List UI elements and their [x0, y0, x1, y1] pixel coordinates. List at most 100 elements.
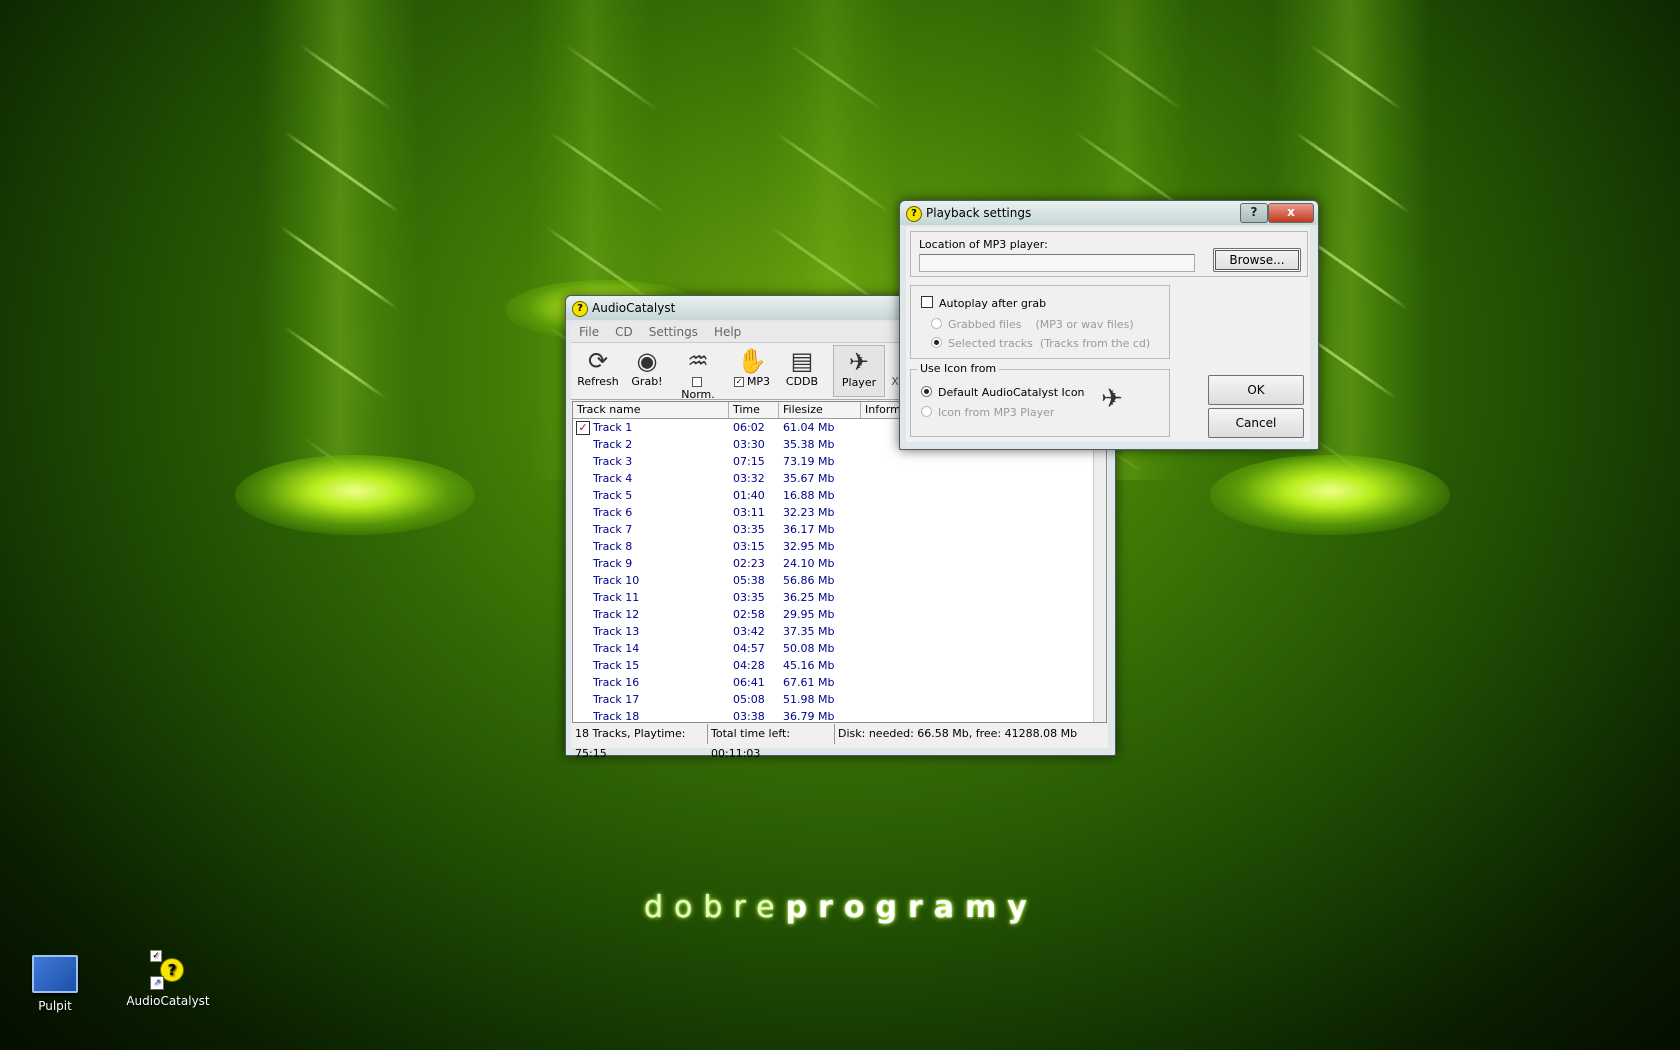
track-time-cell: 02:23 — [733, 557, 765, 570]
table-row[interactable]: Track 16 06:41 67.61 Mb — [573, 674, 1106, 691]
radio-icon — [921, 386, 932, 397]
desktop-icon-label: Pulpit — [38, 999, 72, 1013]
browse-button[interactable]: Browse... — [1213, 248, 1301, 272]
track-name-cell: Track 17 — [593, 693, 640, 706]
menu-help[interactable]: Help — [706, 325, 749, 339]
table-row[interactable]: Track 10 05:38 56.86 Mb — [573, 572, 1106, 589]
autoplay-group: Autoplay after grab Grabbed files (MP3 o… — [910, 285, 1170, 359]
table-row[interactable]: Track 13 03:42 37.35 Mb — [573, 623, 1106, 640]
mp3-player-path-input[interactable] — [919, 254, 1195, 272]
column-time[interactable]: Time — [729, 402, 779, 418]
track-size-cell: 32.95 Mb — [783, 540, 835, 553]
autoplay-checkbox[interactable]: Autoplay after grab — [921, 296, 1046, 310]
player-plane-icon: ✈ — [848, 348, 870, 376]
table-row[interactable]: Track 9 02:23 24.10 Mb — [573, 555, 1106, 572]
track-time-cell: 05:38 — [733, 574, 765, 587]
norm-label: Norm. — [681, 388, 715, 401]
table-row[interactable]: Track 6 03:11 32.23 Mb — [573, 504, 1106, 521]
table-row[interactable]: Track 14 04:57 50.08 Mb — [573, 640, 1106, 657]
track-size-cell: 36.17 Mb — [783, 523, 835, 536]
track-name-cell: Track 5 — [593, 489, 633, 502]
track-time-cell: 03:30 — [733, 438, 765, 451]
menu-file[interactable]: File — [571, 325, 607, 339]
track-name-cell: Track 16 — [593, 676, 640, 689]
track-size-cell: 36.79 Mb — [783, 710, 835, 723]
track-name-cell: Track 10 — [593, 574, 640, 587]
default-icon-label: Default AudioCatalyst Icon — [938, 386, 1085, 399]
mp3-checkbox[interactable]: ✓ — [733, 377, 744, 387]
track-time-cell: 07:15 — [733, 455, 765, 468]
refresh-icon: ⟳ — [587, 347, 609, 375]
column-filesize[interactable]: Filesize — [779, 402, 861, 418]
app-logo-icon: ? — [572, 301, 588, 317]
track-name-cell: Track 6 — [593, 506, 633, 519]
help-button[interactable]: ? — [1240, 203, 1268, 223]
radio-icon — [921, 406, 932, 417]
normalize-checkbox[interactable] — [691, 377, 702, 387]
location-label: Location of MP3 player: — [919, 238, 1048, 251]
audiocatalyst-icon: ✓ ? ↗ — [148, 950, 188, 990]
table-row[interactable]: Track 3 07:15 73.19 Mb — [573, 453, 1106, 470]
grabbed-files-radio[interactable]: Grabbed files (MP3 or wav files) — [931, 318, 1134, 331]
normalize-toggle[interactable]: ♒ Norm. — [675, 347, 721, 401]
vertical-scrollbar[interactable] — [1093, 419, 1106, 722]
table-row[interactable]: Track 12 02:58 29.95 Mb — [573, 606, 1106, 623]
table-row[interactable]: Track 7 03:35 36.17 Mb — [573, 521, 1106, 538]
selected-tracks-radio[interactable]: Selected tracks (Tracks from the cd) — [931, 337, 1150, 350]
autoplay-label: Autoplay after grab — [939, 297, 1047, 310]
ok-button[interactable]: OK — [1208, 375, 1304, 405]
player-icon-label: Icon from MP3 Player — [938, 406, 1055, 419]
table-row[interactable]: Track 15 04:28 45.16 Mb — [573, 657, 1106, 674]
track-checkbox[interactable]: ✓ — [576, 421, 590, 435]
mp3-toggle[interactable]: ✋ ✓ MP3 — [731, 347, 773, 388]
refresh-label: Refresh — [577, 375, 619, 388]
track-size-cell: 67.61 Mb — [783, 676, 835, 689]
table-row[interactable]: Track 17 05:08 51.98 Mb — [573, 691, 1106, 708]
desktop-icon-audiocatalyst[interactable]: ✓ ? ↗ AudioCatalyst — [123, 950, 213, 1008]
track-time-cell: 03:35 — [733, 591, 765, 604]
monitor-icon — [32, 955, 78, 993]
mp3-label: MP3 — [746, 375, 771, 388]
menu-cd[interactable]: CD — [607, 325, 641, 339]
desktop-icon-pulpit[interactable]: Pulpit — [10, 955, 100, 1013]
wallpaper-glow-bowl — [1210, 455, 1450, 535]
waveform-icon: ♒ — [687, 347, 709, 375]
table-row[interactable]: Track 4 03:32 35.67 Mb — [573, 470, 1106, 487]
track-size-cell: 32.23 Mb — [783, 506, 835, 519]
cddb-icon: ▤ — [790, 347, 814, 375]
player-plane-icon: ✈ — [1101, 384, 1123, 414]
track-rows: ✓ Track 1 06:02 61.04 Mb Track 2 03:30 35.38 M… — [573, 419, 1106, 723]
table-row[interactable]: Track 5 01:40 16.88 Mb — [573, 487, 1106, 504]
player-icon-radio[interactable]: Icon from MP3 Player — [921, 406, 1054, 419]
location-group: Location of MP3 player: Browse... — [910, 231, 1308, 277]
checkbox-icon: ✓ — [150, 950, 162, 962]
refresh-button[interactable]: ⟳ Refresh — [577, 347, 619, 388]
window-title: AudioCatalyst — [592, 301, 676, 315]
player-button[interactable]: ✈ Player — [833, 345, 885, 397]
track-size-cell: 45.16 Mb — [783, 659, 835, 672]
table-row[interactable]: Track 11 03:35 36.25 Mb — [573, 589, 1106, 606]
status-tracks: 18 Tracks, Playtime: 75:15 — [572, 724, 708, 760]
playback-settings-dialog: ? Playback settings ? x Location of MP3 … — [899, 200, 1319, 450]
dialog-title: Playback settings — [926, 206, 1032, 220]
track-size-cell: 37.35 Mb — [783, 625, 835, 638]
track-size-cell: 29.95 Mb — [783, 608, 835, 621]
menu-settings[interactable]: Settings — [641, 325, 706, 339]
cddb-button[interactable]: ▤ CDDB — [783, 347, 821, 388]
track-name-cell: Track 8 — [593, 540, 633, 553]
icon-group: Use Icon from Default AudioCatalyst Icon… — [910, 362, 1170, 437]
track-time-cell: 02:58 — [733, 608, 765, 621]
cancel-button[interactable]: Cancel — [1208, 408, 1304, 438]
table-row[interactable]: Track 18 03:38 36.79 Mb — [573, 708, 1106, 723]
track-name-cell: Track 2 — [593, 438, 633, 451]
dialog-titlebar[interactable]: ? Playback settings ? x — [900, 201, 1318, 225]
column-track-name[interactable]: Track name — [573, 402, 729, 418]
default-icon-radio[interactable]: Default AudioCatalyst Icon — [921, 386, 1085, 399]
selected-tracks-label: Selected tracks — [948, 337, 1033, 350]
grab-button[interactable]: ◉ Grab! — [629, 347, 665, 388]
track-time-cell: 03:42 — [733, 625, 765, 638]
track-time-cell: 04:57 — [733, 642, 765, 655]
table-row[interactable]: Track 8 03:15 32.95 Mb — [573, 538, 1106, 555]
grab-label: Grab! — [631, 375, 663, 388]
close-button[interactable]: x — [1268, 203, 1314, 223]
